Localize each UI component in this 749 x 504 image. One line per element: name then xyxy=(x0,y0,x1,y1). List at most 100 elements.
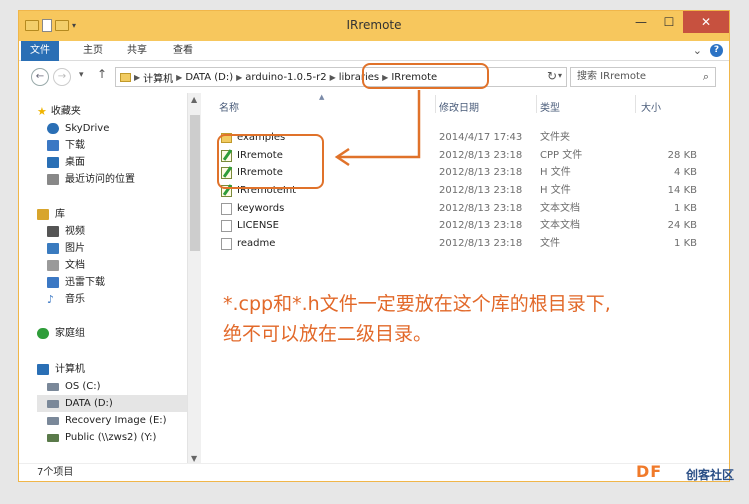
folder-icon xyxy=(120,72,131,82)
drive-icon xyxy=(47,416,59,425)
search-input[interactable]: 搜索 IRremote ⌕ xyxy=(570,67,716,87)
nav-label: 最近访问的位置 xyxy=(65,174,135,185)
column-divider[interactable] xyxy=(635,95,636,113)
file-size: 24 KB xyxy=(667,220,697,231)
nav-item-downloads[interactable]: 下载 xyxy=(47,137,189,154)
nav-label: OS (C:) xyxy=(65,381,101,392)
text-file-icon xyxy=(221,203,232,215)
nav-item-drive-e[interactable]: Recovery Image (E:) xyxy=(47,412,189,429)
file-name: LICENSE xyxy=(237,220,279,231)
nav-label: 迅雷下载 xyxy=(65,277,105,288)
status-bar: 7个项目 xyxy=(19,463,729,481)
back-button[interactable]: ← xyxy=(31,68,49,86)
watermark-text: 创客社区 xyxy=(686,468,735,482)
scroll-up-icon[interactable]: ▲ xyxy=(191,95,197,104)
tab-view[interactable]: 查看 xyxy=(173,41,193,61)
nav-item-computer[interactable]: 计算机 xyxy=(37,361,189,378)
window-controls: — ☐ ✕ xyxy=(627,11,729,33)
maximize-button[interactable]: ☐ xyxy=(655,11,683,33)
column-divider[interactable] xyxy=(435,95,436,113)
annotation-text: *.cpp和*.h文件一定要放在这个库的根目录下, 绝不可以放在二级目录。 xyxy=(223,289,693,349)
column-divider[interactable] xyxy=(536,95,537,113)
desktop-icon xyxy=(47,157,59,168)
star-icon: ★ xyxy=(37,105,47,118)
ribbon-right: ⌄ ? xyxy=(693,44,723,57)
file-row-readme[interactable]: readme 2012/8/13 23:18 文件 1 KB xyxy=(205,235,715,252)
close-button[interactable]: ✕ xyxy=(683,11,729,33)
file-size: 1 KB xyxy=(674,238,697,249)
nav-label: 收藏夹 xyxy=(50,106,81,117)
file-size: 28 KB xyxy=(667,150,697,161)
column-header-date[interactable]: 修改日期 xyxy=(439,99,479,114)
help-icon[interactable]: ? xyxy=(710,44,723,57)
window-title: IRremote xyxy=(346,18,402,32)
cloud-icon xyxy=(47,123,59,134)
nav-item-homegroup[interactable]: 家庭组 xyxy=(37,325,189,342)
nav-item-libraries[interactable]: 库 xyxy=(37,206,189,223)
address-dropdown-icon[interactable]: ▾ xyxy=(558,71,562,80)
forward-button[interactable]: → xyxy=(53,68,71,86)
file-type: 文件夹 xyxy=(540,132,570,143)
nav-label: 视频 xyxy=(65,226,85,237)
nav-item-drive-c[interactable]: OS (C:) xyxy=(47,378,189,395)
tab-share[interactable]: 共享 xyxy=(127,41,147,61)
nav-label: 桌面 xyxy=(65,157,85,168)
nav-item-desktop[interactable]: 桌面 xyxy=(47,154,189,171)
thunder-download-icon xyxy=(47,277,59,288)
minimize-button[interactable]: — xyxy=(627,11,655,33)
nav-item-recent[interactable]: 最近访问的位置 xyxy=(47,171,189,188)
file-size: 4 KB xyxy=(674,167,697,178)
nav-label: Recovery Image (E:) xyxy=(65,415,167,426)
up-button[interactable]: ↑ xyxy=(97,67,107,81)
nav-item-drive-y[interactable]: Public (\\zws2) (Y:) xyxy=(47,429,189,446)
file-size: 1 KB xyxy=(674,203,697,214)
annotation-line-1: *.cpp和*.h文件一定要放在这个库的根目录下, xyxy=(223,293,611,315)
nav-item-videos[interactable]: 视频 xyxy=(47,223,189,240)
tab-home[interactable]: 主页 xyxy=(83,41,103,61)
recent-locations-icon[interactable]: ▾ xyxy=(79,70,84,80)
search-placeholder: 搜索 IRremote xyxy=(577,71,647,82)
nav-label: 库 xyxy=(55,209,65,220)
nav-label: 文档 xyxy=(65,260,85,271)
nav-item-documents[interactable]: 文档 xyxy=(47,257,189,274)
pictures-icon xyxy=(47,243,59,254)
homegroup-icon xyxy=(37,328,49,339)
nav-item-pictures[interactable]: 图片 xyxy=(47,240,189,257)
nav-item-skydrive[interactable]: SkyDrive xyxy=(47,120,189,137)
nav-item-drive-d[interactable]: DATA (D:) xyxy=(37,395,189,412)
file-size: 14 KB xyxy=(667,185,697,196)
expand-ribbon-icon[interactable]: ⌄ xyxy=(693,44,702,57)
scroll-down-icon[interactable]: ▼ xyxy=(191,454,197,463)
file-type: 文本文档 xyxy=(540,203,580,214)
column-header-name[interactable]: 名称 xyxy=(219,99,239,114)
music-icon: ♪ xyxy=(47,293,55,306)
files-highlight-frame xyxy=(217,134,324,189)
nav-label: 家庭组 xyxy=(55,328,85,339)
annotation-line-2: 绝不可以放在二级目录。 xyxy=(223,323,433,345)
breadcrumb-computer[interactable]: 计算机 xyxy=(143,70,173,85)
search-icon[interactable]: ⌕ xyxy=(703,68,709,86)
drive-icon xyxy=(47,399,59,408)
breadcrumb-separator-icon: ▶ xyxy=(134,72,141,82)
nav-item-thunder[interactable]: 迅雷下载 xyxy=(47,274,189,291)
file-date: 2012/8/13 23:18 xyxy=(439,150,523,161)
nav-item-favorites[interactable]: ★ 收藏夹 xyxy=(37,103,189,120)
breadcrumb-data-drive[interactable]: DATA (D:) xyxy=(185,72,233,83)
scrollbar-thumb[interactable] xyxy=(190,115,200,251)
file-name: readme xyxy=(237,238,276,249)
file-type: CPP 文件 xyxy=(540,150,583,161)
file-type: 文件 xyxy=(540,238,560,249)
column-header-size[interactable]: 大小 xyxy=(641,99,661,114)
breadcrumb-arduino[interactable]: arduino-1.0.5-r2 xyxy=(245,72,326,83)
navigation-pane: ★ 收藏夹 SkyDrive 下载 桌面 最近访问的位置 库 视频 图片 文档 迅… xyxy=(19,93,189,463)
tab-file[interactable]: 文件 xyxy=(21,41,59,61)
nav-item-music[interactable]: ♪ 音乐 xyxy=(47,291,189,308)
text-file-icon xyxy=(221,220,232,232)
column-header-type[interactable]: 类型 xyxy=(540,99,560,114)
address-bar[interactable]: ▶ 计算机 ▶ DATA (D:) ▶ arduino-1.0.5-r2 ▶ l… xyxy=(115,67,567,87)
nav-pane-scrollbar[interactable]: ▲ ▼ xyxy=(187,93,201,465)
file-row-license[interactable]: LICENSE 2012/8/13 23:18 文本文档 24 KB xyxy=(205,217,715,234)
refresh-icon[interactable]: ↻ xyxy=(547,69,557,83)
file-row-keywords[interactable]: keywords 2012/8/13 23:18 文本文档 1 KB xyxy=(205,200,715,217)
nav-label: SkyDrive xyxy=(65,123,110,134)
